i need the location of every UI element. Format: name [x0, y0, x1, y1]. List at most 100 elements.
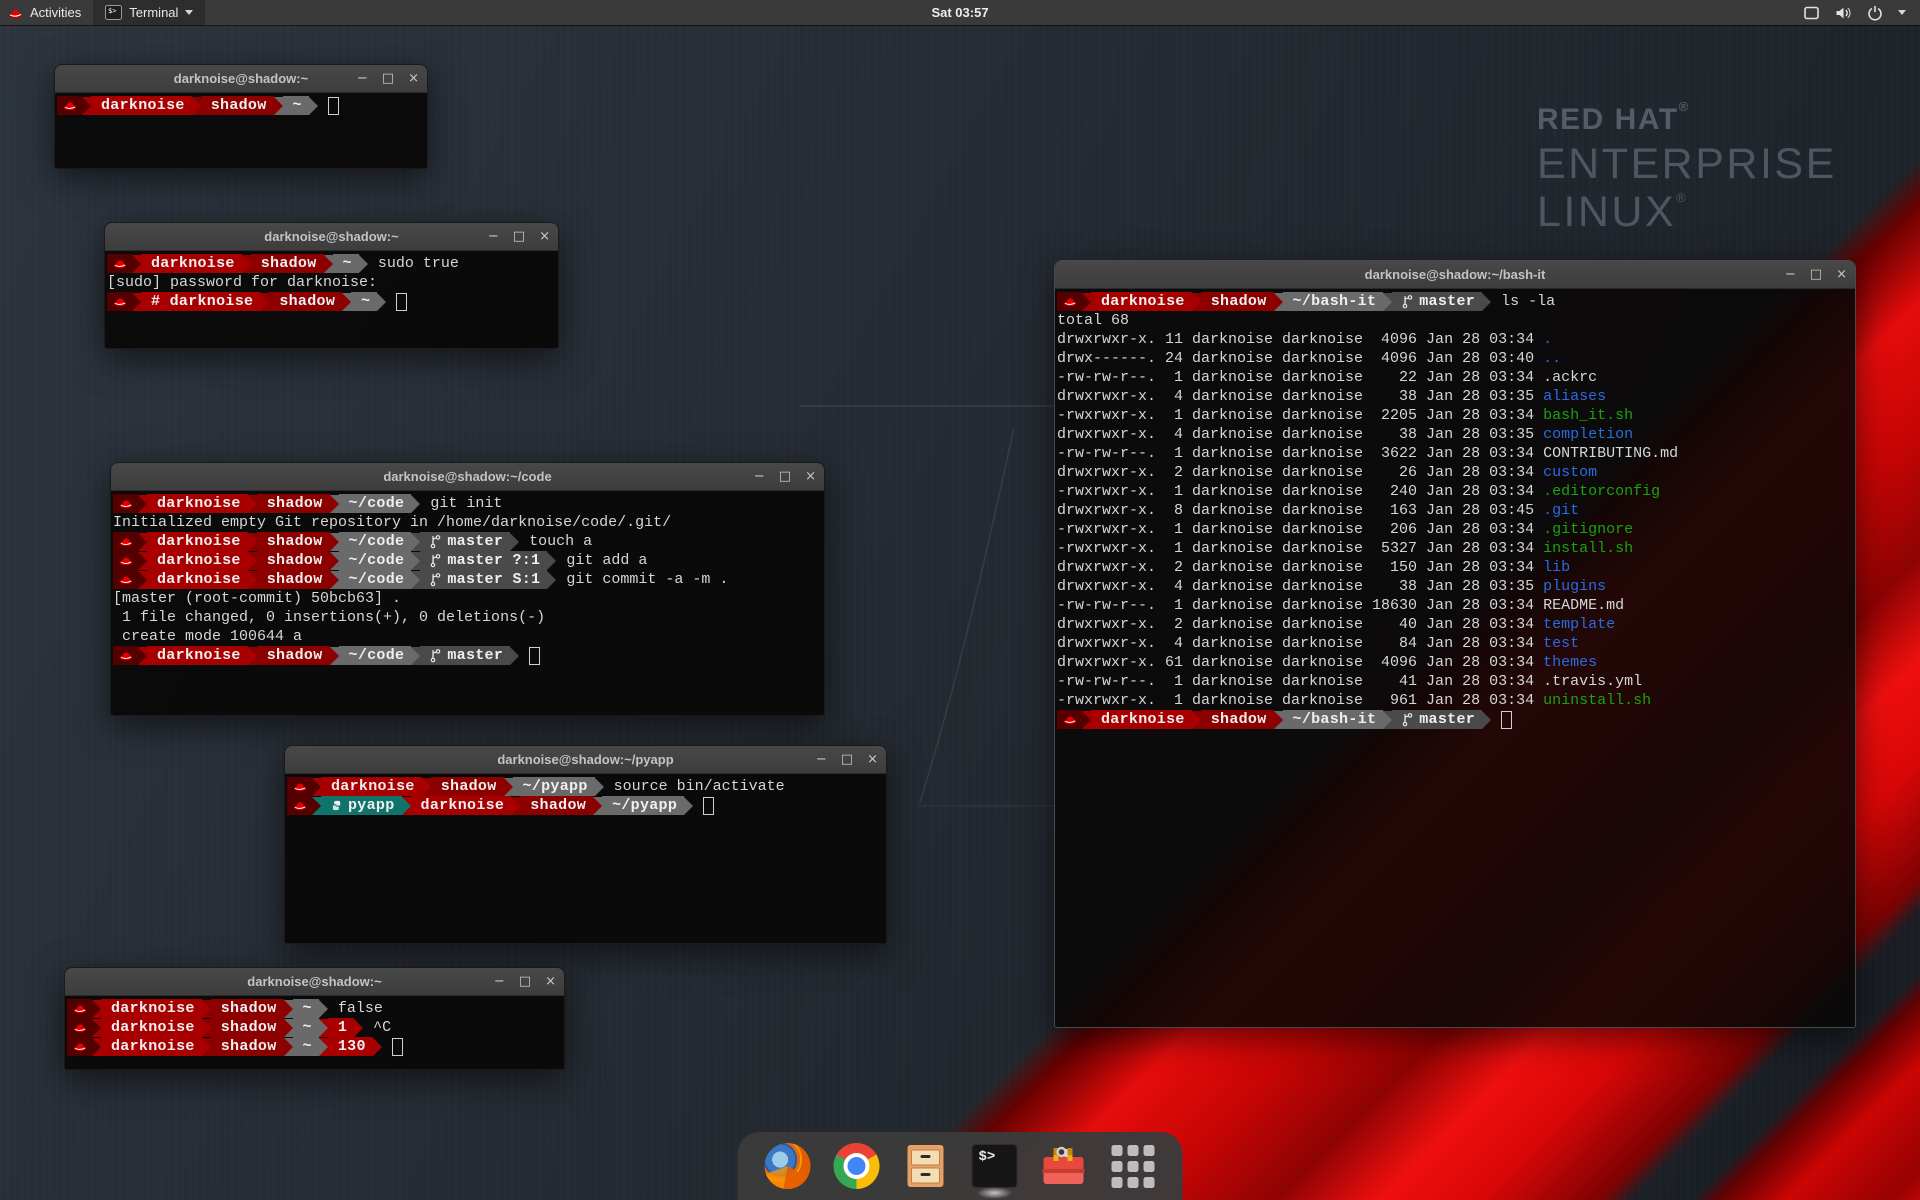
maximize-button[interactable]: □: [519, 975, 531, 988]
prompt-segment: ~: [351, 292, 377, 311]
terminal-content[interactable]: darknoiseshadow~false darknoiseshadow~1^…: [65, 996, 564, 1070]
maximize-button[interactable]: □: [1810, 268, 1822, 281]
redhat-logo-icon: [8, 7, 23, 19]
prompt-segment: shadow: [211, 1037, 284, 1056]
terminal-content[interactable]: darknoiseshadow~sudo true[sudo] password…: [105, 251, 558, 349]
os-badge: [287, 777, 312, 796]
prompt-segment: darknoise: [147, 570, 248, 589]
close-button[interactable]: ×: [805, 470, 816, 483]
powerline-separator: [132, 255, 141, 273]
prompt-segment: darknoise: [147, 532, 248, 551]
python-icon: [331, 800, 342, 811]
powerline-separator: [202, 1000, 211, 1018]
powerline-separator: [330, 552, 339, 570]
powerline-separator: [312, 778, 321, 796]
minimize-button[interactable]: −: [754, 470, 765, 483]
command-text: touch a: [529, 532, 592, 551]
terminal-window-sudo: darknoise@shadow:~ − □ × darknoiseshadow…: [104, 222, 559, 349]
window-titlebar[interactable]: darknoise@shadow:~ − □ ×: [105, 223, 558, 251]
maximize-button[interactable]: □: [513, 230, 525, 243]
dock-item-files[interactable]: [902, 1142, 950, 1190]
powerline-separator: [92, 1038, 101, 1056]
dock-item-show-applications[interactable]: [1109, 1142, 1157, 1190]
clock[interactable]: Sat 03:57: [931, 5, 988, 20]
prompt-segment: shadow: [520, 796, 593, 815]
terminal-line: darknoiseshadow~/bash-it masterls -la: [1057, 292, 1853, 311]
prompt-segment: ~: [333, 254, 359, 273]
close-button[interactable]: ×: [1836, 268, 1847, 281]
minimize-button[interactable]: −: [357, 72, 368, 85]
system-status-area[interactable]: [1803, 0, 1920, 25]
activities-label: Activities: [30, 5, 81, 20]
powerline-separator: [319, 1019, 328, 1037]
redhat-icon: [119, 536, 133, 547]
terminal-output-text: drwxrwxr-x. 4 darknoise darknoise 38 Jan…: [1057, 425, 1543, 444]
prompt-segment: darknoise: [411, 796, 512, 815]
terminal-output-text: -rwxrwxr-x. 1 darknoise darknoise 206 Ja…: [1057, 520, 1543, 539]
terminal-line: drwxrwxr-x. 4 darknoise darknoise 84 Jan…: [1057, 634, 1853, 653]
terminal-cursor: [392, 1038, 403, 1056]
prompt-segment: master: [1392, 710, 1482, 729]
terminal-output-text: -rw-rw-r--. 1 darknoise darknoise 18630 …: [1057, 596, 1543, 615]
close-button[interactable]: ×: [408, 72, 419, 85]
activities-button[interactable]: Activities: [0, 0, 93, 25]
window-titlebar[interactable]: darknoise@shadow:~/pyapp − □ ×: [285, 746, 886, 774]
window-titlebar[interactable]: darknoise@shadow:~/bash-it − □ ×: [1055, 261, 1855, 289]
terminal-output-text: total 68: [1057, 311, 1129, 330]
brand-enterprise: ENTERPRISE: [1537, 143, 1837, 186]
powerline-separator: [260, 293, 269, 311]
registered-mark: ®: [1676, 190, 1688, 205]
close-button[interactable]: ×: [867, 753, 878, 766]
git-branch-icon: [430, 534, 441, 549]
dock-item-firefox[interactable]: [764, 1142, 812, 1190]
powerline-separator: [202, 1019, 211, 1037]
file-name: plugins: [1543, 577, 1606, 596]
powerline-separator: [92, 1019, 101, 1037]
terminal-line: darknoiseshadow~/code master S:1git comm…: [113, 570, 822, 589]
terminal-content[interactable]: darknoiseshadow~: [55, 93, 427, 169]
maximize-button[interactable]: □: [841, 753, 853, 766]
powerline-separator: [1274, 293, 1283, 311]
firefox-icon: [765, 1143, 811, 1189]
maximize-button[interactable]: □: [382, 72, 394, 85]
minimize-button[interactable]: −: [494, 975, 505, 988]
minimize-button[interactable]: −: [1785, 268, 1796, 281]
powerline-separator: [684, 797, 693, 815]
terminal-content[interactable]: darknoiseshadow~/bash-it masterls -latot…: [1055, 289, 1855, 1028]
terminal-output-text: drwxrwxr-x. 4 darknoise darknoise 38 Jan…: [1057, 577, 1543, 596]
terminal-output-text: drwxrwxr-x. 2 darknoise darknoise 40 Jan…: [1057, 615, 1543, 634]
dock-item-terminal[interactable]: $>: [971, 1142, 1019, 1190]
powerline-separator: [1482, 711, 1491, 729]
close-button[interactable]: ×: [545, 975, 556, 988]
maximize-button[interactable]: □: [779, 470, 791, 483]
terminal-content[interactable]: darknoiseshadow~/codegit initInitialized…: [111, 491, 824, 716]
dock-item-chrome[interactable]: [833, 1142, 881, 1190]
powerline-separator: [309, 97, 318, 115]
powerline-separator: [82, 97, 91, 115]
prompt-segment: shadow: [1201, 292, 1274, 311]
terminal-window-home-2: darknoise@shadow:~ − □ × darknoiseshadow…: [64, 967, 565, 1070]
dock-item-toolbox[interactable]: [1040, 1142, 1088, 1190]
terminal-cursor: [396, 293, 407, 311]
terminal-output-text: drwxrwxr-x. 61 darknoise darknoise 4096 …: [1057, 653, 1543, 672]
file-name: template: [1543, 615, 1615, 634]
minimize-button[interactable]: −: [816, 753, 827, 766]
close-button[interactable]: ×: [539, 230, 550, 243]
prompt-segment: ~/code: [339, 570, 412, 589]
window-title: darknoise@shadow:~/code: [383, 469, 551, 484]
window-titlebar[interactable]: darknoise@shadow:~ − □ ×: [55, 65, 427, 93]
app-menu-terminal[interactable]: $> Terminal: [93, 0, 205, 25]
terminal-line: -rwxrwxr-x. 1 darknoise darknoise 240 Ja…: [1057, 482, 1853, 501]
terminal-content[interactable]: darknoiseshadow~/pyappsource bin/activat…: [285, 774, 886, 944]
prompt-segment: shadow: [1201, 710, 1274, 729]
os-badge: [67, 1018, 92, 1037]
minimize-button[interactable]: −: [488, 230, 499, 243]
os-badge: [113, 646, 138, 665]
prompt-segment: shadow: [257, 551, 330, 570]
powerline-separator: [402, 797, 411, 815]
terminal-output-text: -rwxrwxr-x. 1 darknoise darknoise 961 Ja…: [1057, 691, 1543, 710]
window-titlebar[interactable]: darknoise@shadow:~ − □ ×: [65, 968, 564, 996]
window-titlebar[interactable]: darknoise@shadow:~/code − □ ×: [111, 463, 824, 491]
terminal-line: -rw-rw-r--. 1 darknoise darknoise 41 Jan…: [1057, 672, 1853, 691]
window-title: darknoise@shadow:~: [264, 229, 398, 244]
